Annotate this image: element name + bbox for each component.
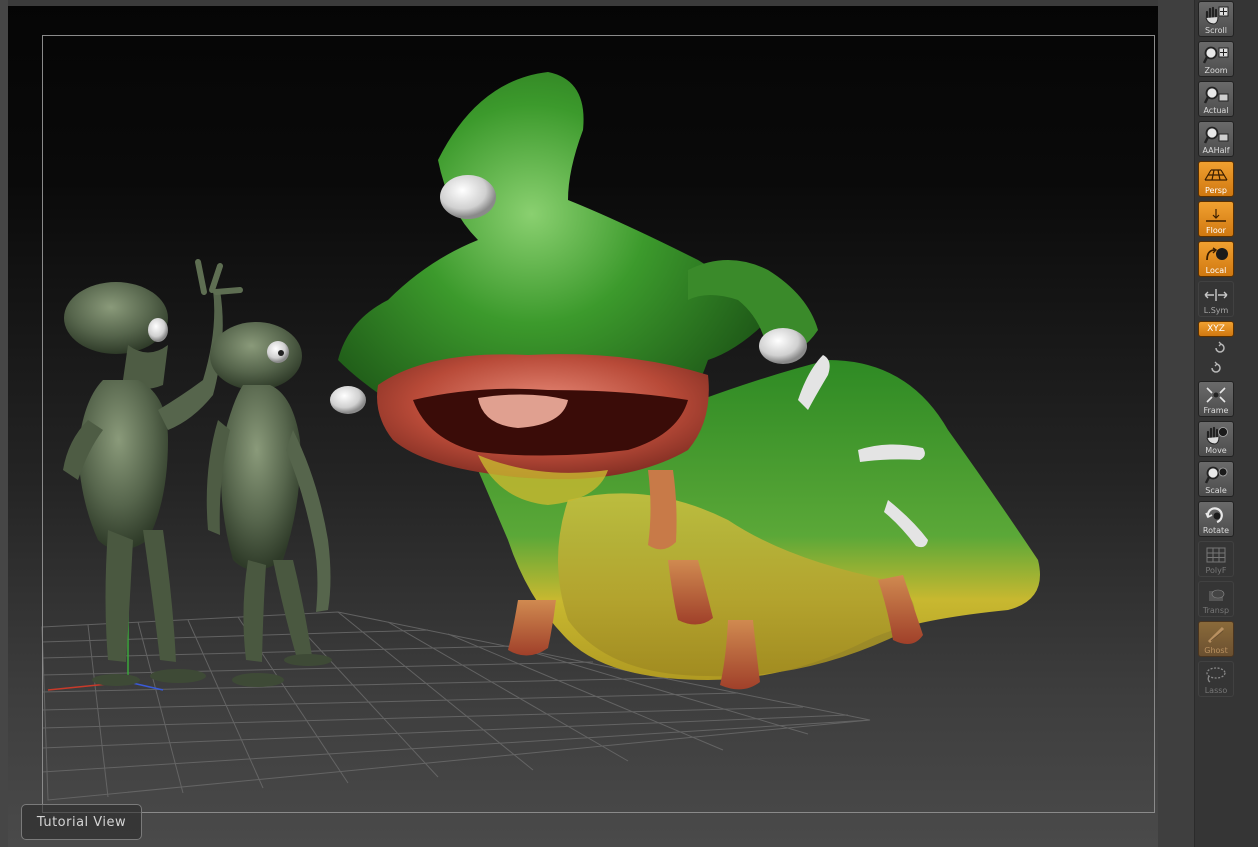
rotate-icon: [1205, 507, 1223, 524]
transparency-icon: [1209, 589, 1225, 601]
magnifier-scale-icon: [1204, 466, 1228, 484]
magnifier-actual-icon: [1203, 86, 1229, 104]
scale-label: Scale: [1205, 486, 1227, 495]
aahalf-label: AAHalf: [1202, 146, 1230, 155]
transp-button[interactable]: Transp: [1198, 581, 1234, 617]
persp-button[interactable]: Persp: [1198, 161, 1234, 197]
scroll-label: Scroll: [1205, 26, 1227, 35]
lsym-button[interactable]: L.Sym: [1198, 281, 1234, 317]
rotate-y-icon[interactable]: [1213, 341, 1227, 355]
actual-label: Actual: [1203, 106, 1229, 115]
transp-label: Transp: [1202, 606, 1230, 615]
frame-button[interactable]: Frame: [1198, 381, 1234, 417]
local-button[interactable]: Local: [1198, 241, 1234, 277]
perspective-grid-icon: [1204, 169, 1228, 181]
ghost-icon: [1207, 626, 1225, 644]
xyz-axis-button[interactable]: XYZ: [1198, 321, 1234, 337]
frame-icon: [1206, 387, 1226, 403]
aahalf-button[interactable]: AAHalf: [1198, 121, 1234, 157]
local-transform-icon: [1206, 247, 1228, 261]
polyf-button[interactable]: PolyF: [1198, 541, 1234, 577]
floor-grid-icon: [1206, 209, 1226, 222]
right-gutter: [1158, 0, 1194, 847]
rotate-label: Rotate: [1202, 526, 1230, 535]
scale-button[interactable]: Scale: [1198, 461, 1234, 497]
zoom-button[interactable]: Zoom: [1198, 41, 1234, 77]
floor-button[interactable]: Floor: [1198, 201, 1234, 237]
viewport-frame: [42, 35, 1155, 813]
polyframe-grid-icon: [1206, 547, 1226, 563]
frame-label: Frame: [1203, 406, 1229, 415]
symmetry-arrows-icon: [1204, 289, 1228, 301]
rotate-z-icon[interactable]: [1209, 361, 1223, 375]
hand-move-icon: [1206, 426, 1228, 445]
actual-button[interactable]: Actual: [1198, 81, 1234, 117]
local-label: Local: [1205, 266, 1227, 275]
move-button[interactable]: Move: [1198, 421, 1234, 457]
ghost-label: Ghost: [1204, 646, 1228, 655]
rotate-button[interactable]: Rotate: [1198, 501, 1234, 537]
lasso-label: Lasso: [1204, 686, 1228, 695]
hand-scroll-icon: [1205, 6, 1229, 25]
floor-label: Floor: [1206, 226, 1226, 235]
scroll-button[interactable]: Scroll: [1198, 1, 1234, 37]
magnifier-aahalf-icon: [1203, 126, 1229, 144]
magnifier-zoom-icon: [1203, 46, 1229, 64]
tutorial-view-label: Tutorial View: [21, 804, 142, 840]
move-label: Move: [1205, 446, 1227, 455]
lasso-icon: [1206, 667, 1226, 683]
zoom-label: Zoom: [1204, 66, 1228, 75]
persp-label: Persp: [1205, 186, 1227, 195]
lsym-label: L.Sym: [1203, 306, 1229, 315]
ghost-button[interactable]: Ghost: [1198, 621, 1234, 657]
polyf-label: PolyF: [1205, 566, 1227, 575]
lasso-button[interactable]: Lasso: [1198, 661, 1234, 697]
